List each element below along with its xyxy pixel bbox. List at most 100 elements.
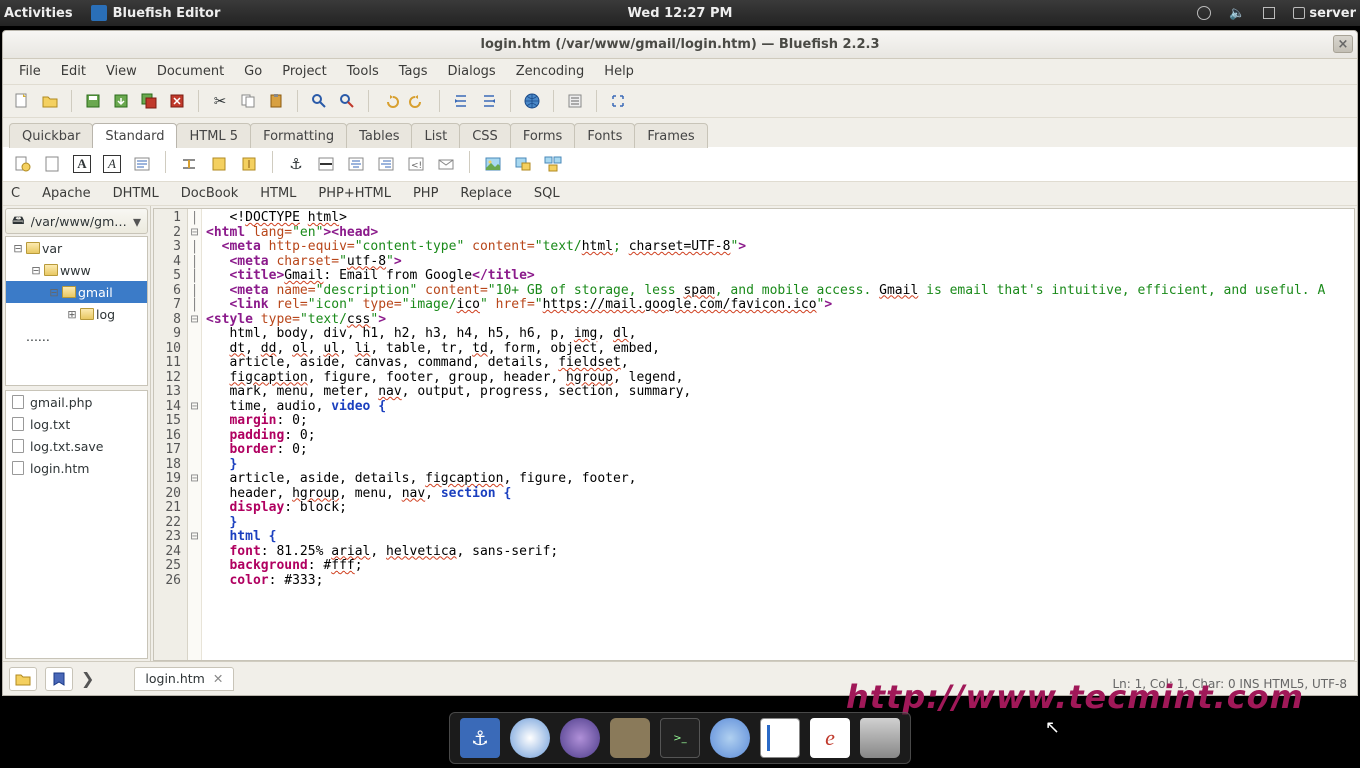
tab-html-5[interactable]: HTML 5 [176, 123, 251, 148]
tab-quickbar[interactable]: Quickbar [9, 123, 93, 148]
menu-go[interactable]: Go [234, 60, 272, 83]
menu-edit[interactable]: Edit [51, 60, 96, 83]
dock-pidgin-icon[interactable] [710, 718, 750, 758]
activities-button[interactable]: Activities [4, 6, 73, 21]
file-row[interactable]: gmail.php [6, 391, 147, 413]
undo-button[interactable] [377, 88, 403, 114]
clock[interactable]: Wed 12:27 PM [628, 6, 733, 21]
document-tab[interactable]: login.htm ✕ [134, 667, 234, 691]
cut-button[interactable]: ✂ [207, 88, 233, 114]
center-button[interactable] [343, 151, 369, 177]
new-file-button[interactable] [9, 88, 35, 114]
expander-icon[interactable]: ⊟ [30, 264, 42, 277]
chevron-right-icon[interactable]: ❯ [81, 669, 94, 688]
tab-tables[interactable]: Tables [346, 123, 412, 148]
fullscreen-button[interactable] [605, 88, 631, 114]
menu-file[interactable]: File [9, 60, 51, 83]
dock-trash-icon[interactable] [860, 718, 900, 758]
italic-button[interactable]: A [99, 151, 125, 177]
tree-row[interactable]: ⊟ var [6, 237, 147, 259]
anchor-button[interactable]: ⚓ [283, 151, 309, 177]
rightalign-button[interactable] [373, 151, 399, 177]
expander-icon[interactable]: ⊞ [66, 308, 78, 321]
find-button[interactable] [306, 88, 332, 114]
image-button[interactable] [480, 151, 506, 177]
comment-button[interactable]: <! [403, 151, 429, 177]
menu-project[interactable]: Project [272, 60, 336, 83]
file-row[interactable]: log.txt [6, 413, 147, 435]
dock-bluefish-icon[interactable]: ⚓ [460, 718, 500, 758]
tab-standard[interactable]: Standard [92, 123, 177, 148]
dock-evince-icon[interactable]: e [810, 718, 850, 758]
nbsp-button[interactable] [206, 151, 232, 177]
save-as-button[interactable] [108, 88, 134, 114]
lang-html[interactable]: HTML [260, 186, 296, 201]
body-button[interactable] [39, 151, 65, 177]
file-row[interactable]: log.txt.save [6, 435, 147, 457]
preferences-button[interactable] [562, 88, 588, 114]
dock-terminal-icon[interactable]: >_ [660, 718, 700, 758]
close-file-button[interactable] [164, 88, 190, 114]
thumbnail-button[interactable] [510, 151, 536, 177]
tree-row[interactable]: ⊞ log [6, 303, 147, 325]
save-all-button[interactable] [136, 88, 162, 114]
file-list[interactable]: gmail.phplog.txtlog.txt.savelogin.htm [5, 390, 148, 659]
multithumbnail-button[interactable] [540, 151, 566, 177]
open-file-button[interactable] [37, 88, 63, 114]
network-icon[interactable] [1263, 7, 1275, 19]
dock-chromium-icon[interactable] [510, 718, 550, 758]
active-app[interactable]: Bluefish Editor [91, 5, 221, 21]
tab-fonts[interactable]: Fonts [574, 123, 635, 148]
lang-php[interactable]: PHP [413, 186, 438, 201]
bold-button[interactable]: A [69, 151, 95, 177]
close-button[interactable]: × [1333, 35, 1353, 53]
volume-icon[interactable]: 🔈 [1229, 6, 1245, 21]
menu-tools[interactable]: Tools [337, 60, 389, 83]
lang-phpplushtml[interactable]: PHP+HTML [318, 186, 391, 201]
tab-forms[interactable]: Forms [510, 123, 576, 148]
bookmarks-tab[interactable] [45, 667, 73, 691]
tab-list[interactable]: List [411, 123, 460, 148]
browser-preview-button[interactable] [519, 88, 545, 114]
tree-row[interactable]: ⊟ www [6, 259, 147, 281]
tree-row[interactable]: ...... [6, 325, 147, 347]
nbsp2-button[interactable] [236, 151, 262, 177]
directory-tree[interactable]: ⊟ var⊟ www⊟ gmail⊞ log ...... [5, 236, 148, 386]
lang-sql[interactable]: SQL [534, 186, 560, 201]
tree-row[interactable]: ⊟ gmail [6, 281, 147, 303]
menu-dialogs[interactable]: Dialogs [438, 60, 506, 83]
copy-button[interactable] [235, 88, 261, 114]
expander-icon[interactable]: ⊟ [12, 242, 24, 255]
filebrowser-tab[interactable] [9, 667, 37, 691]
find-replace-button[interactable] [334, 88, 360, 114]
lang-c[interactable]: C [11, 186, 20, 201]
lang-dhtml[interactable]: DHTML [113, 186, 159, 201]
close-tab-icon[interactable]: ✕ [213, 671, 223, 686]
tab-frames[interactable]: Frames [634, 123, 707, 148]
lang-docbook[interactable]: DocBook [181, 186, 238, 201]
lang-apache[interactable]: Apache [42, 186, 91, 201]
fold-gutter[interactable]: | ⊟ | | | | | ⊟ ⊟ ⊟ ⊟ [188, 209, 202, 660]
redo-button[interactable] [405, 88, 431, 114]
paragraph-button[interactable] [129, 151, 155, 177]
menu-zencoding[interactable]: Zencoding [506, 60, 595, 83]
menu-view[interactable]: View [96, 60, 147, 83]
email-button[interactable] [433, 151, 459, 177]
paste-button[interactable] [263, 88, 289, 114]
indent-button[interactable] [476, 88, 502, 114]
menu-help[interactable]: Help [594, 60, 644, 83]
quickstart-button[interactable] [9, 151, 35, 177]
dock-writer-icon[interactable] [760, 718, 800, 758]
tab-css[interactable]: CSS [459, 123, 511, 148]
code-editor[interactable]: 1 2 3 4 5 6 7 8 9 10 11 12 13 14 15 16 1… [153, 208, 1355, 661]
unindent-button[interactable] [448, 88, 474, 114]
save-button[interactable] [80, 88, 106, 114]
break-button[interactable] [176, 151, 202, 177]
path-selector[interactable]: 🖴 /var/www/gmail ▾ [5, 208, 148, 234]
accessibility-icon[interactable] [1197, 6, 1211, 20]
dock-gimp-icon[interactable] [610, 718, 650, 758]
menu-tags[interactable]: Tags [389, 60, 438, 83]
titlebar[interactable]: login.htm (/var/www/gmail/login.htm) — B… [3, 31, 1357, 59]
lang-replace[interactable]: Replace [460, 186, 511, 201]
menu-document[interactable]: Document [147, 60, 234, 83]
